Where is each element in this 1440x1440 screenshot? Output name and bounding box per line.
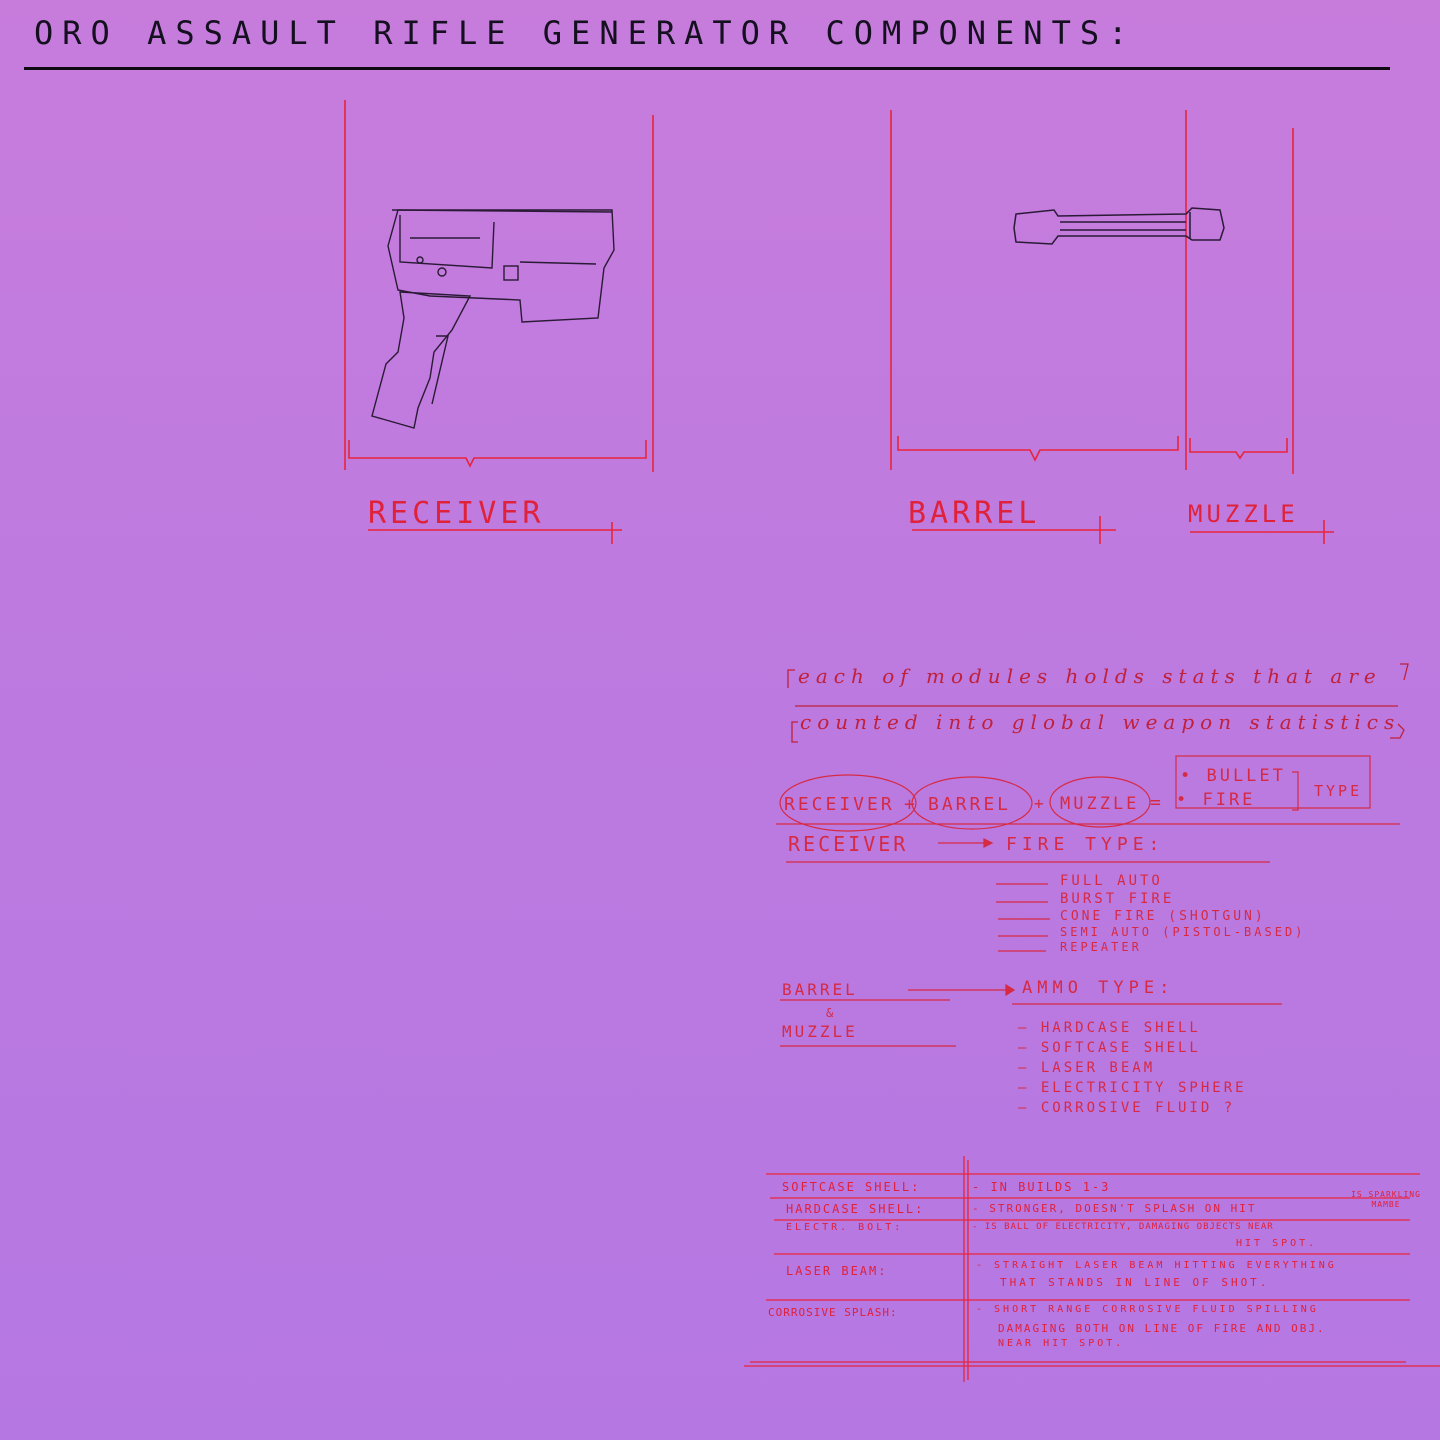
- ampersand: &: [826, 1006, 837, 1020]
- table-row-desc-cont: NEAR HIT SPOT.: [998, 1338, 1125, 1349]
- table-row-aside: IS SPARKLING MAMBE: [1351, 1190, 1421, 1209]
- receiver-sketch-icon: [371, 209, 615, 429]
- list-item: CONE FIRE (SHOTGUN): [1060, 909, 1266, 924]
- barrel-sketch-icon: [1013, 207, 1225, 245]
- table-row-name: CORROSIVE SPLASH:: [768, 1306, 898, 1319]
- muzzle-section-label: MUZZLE: [782, 1022, 858, 1041]
- table-row-desc: - SHORT RANGE CORROSIVE FLUID SPILLING: [976, 1304, 1319, 1315]
- formula-fire: • FIRE: [1176, 790, 1256, 810]
- note-line-1: each of modules holds stats that are: [798, 664, 1382, 688]
- formula-receiver: RECEIVER: [784, 794, 895, 815]
- list-item: BURST FIRE: [1060, 891, 1175, 907]
- ammo-type-list: — HARDCASE SHELL — SOFTCASE SHELL — LASE…: [1018, 1018, 1247, 1118]
- table-row-name: HARDCASE SHELL:: [786, 1202, 925, 1216]
- formula-bullet: • BULLET: [1180, 766, 1286, 786]
- table-row-desc-cont: DAMAGING BOTH ON LINE OF FIRE AND OBJ.: [998, 1322, 1326, 1335]
- formula-barrel: BARREL: [928, 794, 1012, 815]
- formula-muzzle: MUZZLE: [1060, 794, 1140, 814]
- ammo-type-heading: AMMO TYPE:: [1022, 978, 1175, 998]
- barrel-section-label: BARREL: [782, 980, 858, 999]
- table-row-desc: - STRONGER, DOESN'T SPLASH ON HIT: [972, 1202, 1257, 1215]
- list-item: — HARDCASE SHELL: [1018, 1020, 1201, 1036]
- list-item: — LASER BEAM: [1018, 1060, 1156, 1076]
- list-item: REPEATER: [1060, 940, 1142, 954]
- table-row-desc: - STRAIGHT LASER BEAM HITTING EVERYTHING: [976, 1260, 1337, 1271]
- table-row-desc-cont: THAT STANDS IN LINE OF SHOT.: [1000, 1276, 1270, 1289]
- note-line-2: counted into global weapon statistics: [800, 710, 1401, 734]
- receiver-frame: [344, 100, 654, 472]
- receiver-section-label: RECEIVER: [788, 832, 909, 856]
- list-item: — CORROSIVE FLUID ?: [1018, 1100, 1236, 1116]
- table-row-name: LASER BEAM:: [786, 1264, 888, 1278]
- formula-type: TYPE: [1314, 782, 1363, 800]
- list-item: FULL AUTO: [1060, 873, 1163, 889]
- table-row-desc: - IN BUILDS 1-3: [972, 1180, 1111, 1194]
- muzzle-label: MUZZLE: [1188, 500, 1299, 528]
- receiver-label: RECEIVER: [368, 496, 545, 531]
- fire-type-list: FULL AUTO BURST FIRE CONE FIRE (SHOTGUN)…: [1060, 872, 1305, 955]
- barrel-muzzle-frame: [890, 110, 1294, 474]
- table-row-desc-cont: HIT SPOT.: [1236, 1238, 1318, 1249]
- table-row-desc: - IS BALL OF ELECTRICITY, DAMAGING OBJEC…: [972, 1222, 1274, 1232]
- table-row-name: ELECTR. BOLT:: [786, 1222, 904, 1233]
- list-item: — SOFTCASE SHELL: [1018, 1040, 1201, 1056]
- list-item: — ELECTRICITY SPHERE: [1018, 1080, 1247, 1096]
- list-item: SEMI AUTO (PISTOL-BASED): [1060, 925, 1306, 939]
- barrel-label: BARREL: [908, 496, 1041, 531]
- fire-type-heading: FIRE TYPE:: [1006, 834, 1165, 855]
- table-row-name: SOFTCASE SHELL:: [782, 1180, 921, 1194]
